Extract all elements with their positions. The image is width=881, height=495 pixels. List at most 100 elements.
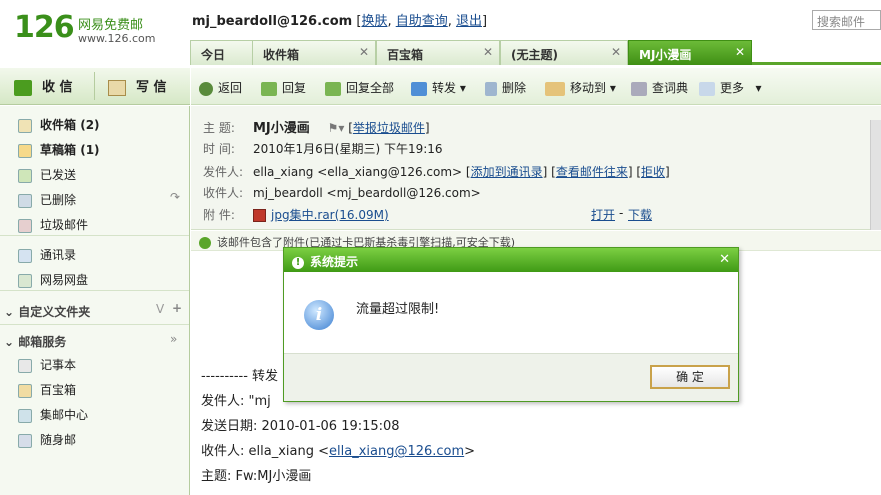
tab-toolbox[interactable]: 百宝箱 ✕ [376, 40, 500, 65]
time-row: 时 间: 2010年1月6日(星期三) 下午19:16 [203, 140, 443, 157]
dictionary-button[interactable]: 查词典 [631, 79, 688, 96]
sidebar-item-toolbox[interactable]: 百宝箱 [18, 381, 76, 398]
ok-button[interactable]: 确 定 [650, 365, 730, 389]
tab-bar: 今日 收件箱 ✕ 百宝箱 ✕ (无主题) ✕ MJ小漫画 ✕ [190, 40, 881, 65]
sidebar-item-notepad[interactable]: 记事本 [18, 356, 76, 373]
sidebar: 收件箱 (2) 草稿箱 (1) 已发送 已删除 ↷ 垃圾邮件 通讯录 网易网盘 … [0, 106, 190, 495]
report-spam-link[interactable]: 举报垃圾邮件 [353, 121, 425, 135]
section-mail-services[interactable]: ⌄ 邮箱服务 [4, 333, 66, 350]
forward-button[interactable]: 转发 ▾ [411, 79, 466, 96]
trash-icon [485, 81, 497, 96]
back-arrow-icon [199, 81, 213, 96]
empty-trash-icon[interactable]: ↷ [170, 190, 180, 204]
download-icon [14, 79, 32, 96]
sidebar-item-inbox[interactable]: 收件箱 (2) [18, 116, 100, 133]
section-label: 自定义文件夹 [18, 305, 91, 319]
sidebar-item-contacts[interactable]: 通讯录 [18, 246, 76, 263]
sidebar-item-stamps[interactable]: 集邮中心 [18, 406, 88, 423]
tab-inbox[interactable]: 收件箱 ✕ [252, 40, 376, 65]
subject-text: MJ小漫画 [253, 121, 310, 136]
delete-button[interactable]: 删除 [485, 79, 526, 96]
body-to-suffix: > [464, 444, 476, 459]
receive-button[interactable]: 收 信 [14, 76, 73, 96]
tab-today[interactable]: 今日 [190, 40, 256, 65]
logo[interactable]: 126 网易免费邮 www.126.com [14, 10, 184, 50]
logout-link[interactable]: 退出 [456, 14, 482, 29]
divider [94, 72, 95, 100]
close-icon[interactable]: ✕ [611, 45, 621, 59]
reply-button[interactable]: 回复 [261, 79, 306, 96]
divider [0, 235, 189, 236]
reply-all-icon [325, 81, 341, 96]
service-label: 记事本 [40, 358, 77, 372]
flag-icon[interactable]: ⚑▾ [328, 121, 345, 135]
write-label: 写 信 [136, 80, 167, 95]
sidebar-item-netdisk[interactable]: 网易网盘 [18, 271, 88, 288]
separator: - [619, 206, 624, 220]
from-label: 发件人: [203, 165, 244, 179]
folder-label: 草稿箱 [40, 143, 77, 157]
service-label: 随身邮 [40, 433, 77, 447]
system-dialog: ! 系统提示 ✕ i 流量超过限制! 确 定 [283, 247, 739, 402]
time-label: 时 间: [203, 142, 235, 156]
sidebar-item-spam[interactable]: 垃圾邮件 [18, 216, 88, 233]
close-icon[interactable]: ✕ [735, 45, 745, 59]
view-history-link[interactable]: 查看邮件往来 [556, 165, 628, 179]
self-service-link[interactable]: 自助查询 [396, 14, 448, 29]
from-row: 发件人: ella_xiang <ella_xiang@126.com> [添加到… [203, 165, 670, 179]
folder-label: 垃圾邮件 [40, 218, 89, 232]
sidebar-item-drafts[interactable]: 草稿箱 (1) [18, 141, 100, 158]
close-icon[interactable]: ✕ [719, 252, 730, 267]
service-label: 集邮中心 [40, 408, 89, 422]
open-attachment-link[interactable]: 打开 [591, 206, 615, 223]
write-button[interactable]: 写 信 [108, 76, 167, 96]
search-input[interactable]: 搜索邮件 [812, 10, 881, 30]
receive-label: 收 信 [42, 80, 73, 95]
close-icon[interactable]: ✕ [359, 45, 369, 59]
header-scrollbar[interactable] [870, 120, 881, 230]
toolbar-label: 更多 [720, 81, 745, 95]
body-to-link[interactable]: ella_xiang@126.com [329, 444, 464, 459]
back-button[interactable]: 返回 [199, 79, 242, 96]
block-sender-link[interactable]: 拒收 [641, 165, 665, 179]
tab-mj-comic[interactable]: MJ小漫画 ✕ [628, 40, 752, 65]
dialog-message: 流量超过限制! [356, 302, 440, 317]
dialog-title: 系统提示 [310, 255, 359, 269]
add-folder-icon[interactable]: + [172, 301, 182, 315]
close-icon[interactable]: ✕ [483, 45, 493, 59]
archive-icon [253, 209, 266, 222]
attachment-link[interactable]: jpg集中.rar(16.09M) [271, 208, 389, 222]
section-custom-folders[interactable]: ⌄ 自定义文件夹 [4, 303, 90, 320]
more-button[interactable]: 更多 ▾ [699, 79, 762, 96]
dictionary-icon [631, 81, 647, 96]
filter-icon[interactable]: ⴸ [156, 302, 164, 316]
toolbar-label: 移动到 [570, 81, 607, 95]
mail-header: 主 题: MJ小漫画 ⚑▾ [举报垃圾邮件] 时 间: 2010年1月6日(星期三)… [191, 106, 881, 230]
sidebar-item-deleted[interactable]: 已删除 [18, 191, 76, 208]
from-value: ella_xiang <ella_xiang@126.com> [253, 165, 463, 179]
tab-label: 百宝箱 [387, 48, 424, 62]
tab-no-subject[interactable]: (无主题) ✕ [500, 40, 628, 65]
compose-bar: 收 信 写 信 [0, 68, 190, 105]
divider [0, 324, 189, 325]
body-from: 发件人: "mj [201, 394, 271, 409]
skin-link[interactable]: 换肤 [361, 14, 387, 29]
download-attachment-link[interactable]: 下载 [628, 206, 652, 223]
expand-icon[interactable]: » [170, 332, 177, 346]
reply-all-button[interactable]: 回复全部 [325, 79, 394, 96]
to-value: mj_beardoll <mj_beardoll@126.com> [253, 186, 481, 200]
toolbar-label: 返回 [218, 81, 243, 95]
tab-label: 收件箱 [263, 48, 300, 62]
sent-icon [18, 168, 32, 183]
stamp-icon [18, 408, 32, 423]
toolbar-label: 转发 [432, 81, 457, 95]
dialog-title-bar[interactable]: ! 系统提示 ✕ [284, 248, 738, 272]
folder-label: 已发送 [40, 168, 77, 182]
logo-url: www.126.com [78, 32, 156, 45]
toolbar-label: 查词典 [652, 81, 689, 95]
move-to-button[interactable]: 移动到 ▾ [545, 79, 616, 96]
toolbox-icon [18, 383, 32, 398]
sidebar-item-mobile[interactable]: 随身邮 [18, 431, 76, 448]
sidebar-item-sent[interactable]: 已发送 [18, 166, 76, 183]
add-contact-link[interactable]: 添加到通讯录 [471, 165, 543, 179]
